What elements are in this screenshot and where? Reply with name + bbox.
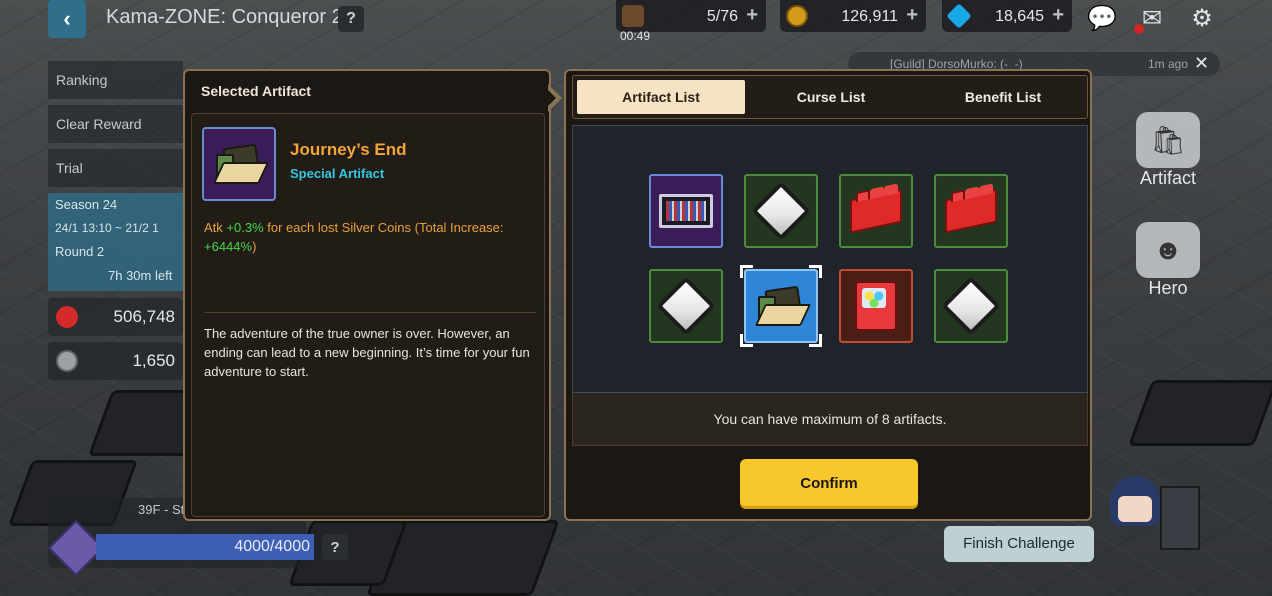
floor-help-button[interactable]: ? <box>322 534 348 560</box>
add-gold-icon[interactable]: + <box>906 4 918 27</box>
wallet-icon <box>754 285 812 326</box>
artifact-menu-label: Artifact <box>1139 168 1196 188</box>
white-diamond-icon <box>941 276 1001 336</box>
artifact-slot-1[interactable] <box>649 174 723 248</box>
time-left: 7h 30m left <box>108 268 173 283</box>
season-info: Season 24 24/1 13:10 ~ 21/2 1 Round 2 7h… <box>48 193 183 291</box>
artifact-name: Journey’s End <box>290 140 407 159</box>
artifact-type: Special Artifact <box>290 166 385 181</box>
shopping-bag-icon: 🛍 <box>1136 112 1200 168</box>
power-icon <box>56 306 78 328</box>
confirm-button[interactable]: Confirm <box>740 459 918 509</box>
artifact-slot-2[interactable] <box>744 174 818 248</box>
help-button[interactable]: ? <box>338 6 364 32</box>
sidebar-item-ranking[interactable]: Ranking <box>48 61 183 99</box>
gear-icon[interactable]: ⚙ <box>1186 2 1218 34</box>
chat-time: 1m ago <box>1148 57 1189 71</box>
artifact-lore: The adventure of the true owner is over.… <box>204 326 530 379</box>
tab-benefit-list[interactable]: Benefit List <box>919 80 1087 114</box>
silver-coin-icon <box>56 350 78 372</box>
hero-menu-button[interactable]: ☻ Hero <box>1130 222 1206 299</box>
gold-coin-icon <box>786 5 808 27</box>
divider <box>204 312 536 313</box>
wallet-icon <box>212 143 270 184</box>
effect-prefix: Atk <box>204 220 227 235</box>
diamond-gem-icon <box>946 3 972 29</box>
close-icon[interactable]: ✕ <box>1194 53 1209 74</box>
artifact-slot-4[interactable] <box>934 174 1008 248</box>
effect-text: for each lost Silver Coins (Total Increa… <box>263 220 504 235</box>
selection-corner <box>809 334 822 347</box>
artifact-slot-5[interactable] <box>649 269 723 343</box>
gem-counter[interactable]: 18,645 + <box>942 0 1072 32</box>
floor-label: 39F - St <box>138 502 185 517</box>
floor-progress-bar: 4000/4000 <box>96 534 314 560</box>
tab-curse-list[interactable]: Curse List <box>747 80 915 114</box>
artifact-menu-button[interactable]: 🛍 Artifact <box>1130 112 1206 189</box>
selection-corner <box>740 334 753 347</box>
silver-coin-value: 1,650 <box>132 351 175 370</box>
round-label: Round 2 <box>55 244 105 259</box>
top-bar: ‹ Kama-ZONE: Conqueror 2 ? 5/76 + 00:49 … <box>0 0 1272 43</box>
sidebar-item-clear-reward[interactable]: Clear Reward <box>48 105 183 143</box>
page-title: Kama-ZONE: Conqueror 2 <box>106 6 343 28</box>
red-brick-icon <box>850 188 902 234</box>
artifact-slot-7[interactable] <box>839 269 913 343</box>
tab-artifact-list[interactable]: Artifact List <box>577 80 745 114</box>
tab-bar: Artifact List Curse List Benefit List <box>572 75 1088 119</box>
coffee-cup-icon <box>622 5 644 27</box>
monitor-icon <box>659 194 713 228</box>
gem-value: 18,645 <box>995 8 1044 25</box>
silver-coin-stat: 1,650 <box>48 342 183 380</box>
finish-challenge-button[interactable]: Finish Challenge <box>944 526 1094 562</box>
stamina-counter[interactable]: 5/76 + <box>616 0 766 32</box>
chat-bubble-icon[interactable]: 💬 <box>1086 2 1118 34</box>
add-gems-icon[interactable]: + <box>1052 4 1064 27</box>
selected-artifact-details: Journey’s End Special Artifact Atk +0.3%… <box>191 113 545 517</box>
add-stamina-icon[interactable]: + <box>746 4 758 27</box>
hero-menu-label: Hero <box>1148 278 1188 298</box>
red-brick-icon <box>945 188 997 234</box>
selected-artifact-header: Selected Artifact <box>201 83 311 99</box>
character-sprite <box>1100 466 1200 566</box>
power-value: 506,748 <box>113 307 175 326</box>
notification-dot <box>1134 24 1144 34</box>
selected-artifact-panel: Selected Artifact Journey’s End Special … <box>183 69 551 521</box>
effect-bonus: +0.3% <box>226 220 264 235</box>
gold-counter[interactable]: 126,911 + <box>780 0 926 32</box>
sidebar-item-trial[interactable]: Trial <box>48 149 183 187</box>
power-stat: 506,748 <box>48 298 183 336</box>
panel-pointer-inner <box>546 88 556 108</box>
chevron-left-icon: ‹ <box>63 6 71 31</box>
artifact-effect: Atk +0.3% for each lost Silver Coins (To… <box>204 218 534 256</box>
white-diamond-icon <box>751 181 811 241</box>
selection-corner <box>740 265 753 278</box>
stamina-value: 5/76 <box>706 8 738 25</box>
artifact-list-panel: Artifact List Curse List Benefit List Yo… <box>564 69 1092 521</box>
artifact-slot-8[interactable] <box>934 269 1008 343</box>
artifact-limit-note: You can have maximum of 8 artifacts. <box>572 393 1088 446</box>
season-dates: 24/1 13:10 ~ 21/2 1 <box>55 221 159 235</box>
back-button[interactable]: ‹ <box>48 0 86 38</box>
selected-artifact-icon <box>202 127 276 201</box>
artifact-grid <box>572 125 1088 393</box>
gacha-machine-icon <box>855 281 897 331</box>
effect-suffix: ) <box>252 239 257 254</box>
artifact-slot-3[interactable] <box>839 174 913 248</box>
effect-total: +6444% <box>204 239 253 254</box>
selection-corner <box>809 265 822 278</box>
artifact-slot-6-selected[interactable] <box>740 265 822 347</box>
season-label: Season 24 <box>55 197 118 212</box>
white-diamond-icon <box>656 276 716 336</box>
stamina-timer: 00:49 <box>620 29 651 43</box>
gold-value: 126,911 <box>841 8 898 25</box>
hero-face-icon: ☻ <box>1136 222 1200 278</box>
